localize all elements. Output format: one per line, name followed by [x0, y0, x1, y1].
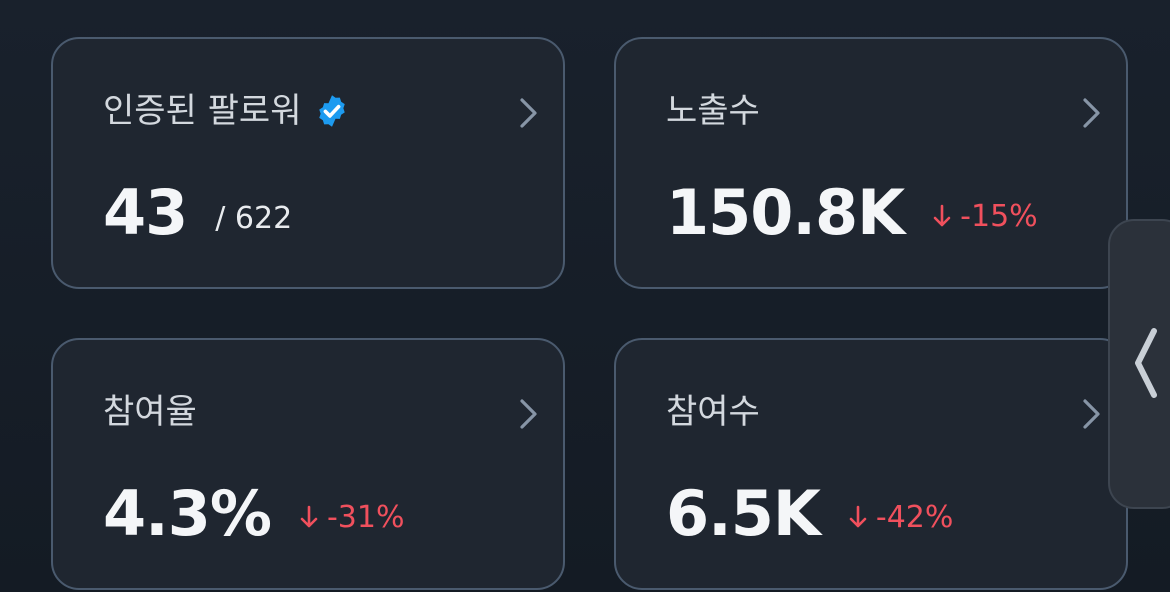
chevron-right-icon — [1083, 399, 1100, 429]
card-title-row: 참여수 — [666, 390, 760, 434]
card-title-row: 인증된 팔로워 — [103, 89, 350, 133]
total-followers-value: / 622 — [215, 200, 293, 236]
impressions-card[interactable]: 노출수 150.8K -15% — [614, 37, 1128, 289]
value-row: 150.8K -15% — [666, 177, 1038, 249]
verified-badge-icon — [318, 95, 345, 127]
verified-followers-value: 43 — [103, 176, 188, 249]
engagements-delta-text: -42% — [875, 499, 954, 535]
chevron-right-icon — [520, 98, 537, 128]
value-row: 43 / 622 — [103, 177, 292, 249]
engagement-rate-card[interactable]: 참여율 4.3% -31% — [51, 338, 565, 590]
value-row: 6.5K -42% — [666, 478, 953, 550]
value-row: 4.3% -31% — [103, 478, 404, 550]
impressions-value: 150.8K — [666, 176, 905, 249]
verified-followers-title: 인증된 팔로워 — [103, 91, 302, 131]
engagement-rate-value: 4.3% — [103, 477, 272, 550]
impressions-title: 노출수 — [666, 91, 760, 131]
engagement-rate-delta: -31% — [299, 499, 405, 535]
arrow-down-icon — [849, 505, 867, 528]
arrow-down-icon — [933, 204, 951, 227]
verified-followers-card[interactable]: 인증된 팔로워 43 / 622 — [51, 37, 565, 289]
chevron-right-icon — [520, 399, 537, 429]
engagements-card[interactable]: 참여수 6.5K -42% — [614, 338, 1128, 590]
impressions-delta-text: -15% — [960, 198, 1038, 234]
arrow-down-icon — [300, 505, 318, 528]
engagement-rate-title: 참여율 — [103, 392, 197, 432]
engagements-value: 6.5K — [666, 477, 821, 550]
card-title-row: 참여율 — [103, 390, 197, 434]
engagement-rate-delta-text: -31% — [326, 499, 405, 535]
chevron-right-icon — [1083, 98, 1100, 128]
side-panel-handle[interactable] — [1108, 219, 1170, 509]
chevron-left-icon — [1135, 328, 1157, 398]
impressions-delta: -15% — [932, 199, 1038, 234]
card-title-row: 노출수 — [666, 89, 760, 133]
engagements-delta: -42% — [848, 499, 954, 535]
engagements-title: 참여수 — [666, 392, 760, 432]
